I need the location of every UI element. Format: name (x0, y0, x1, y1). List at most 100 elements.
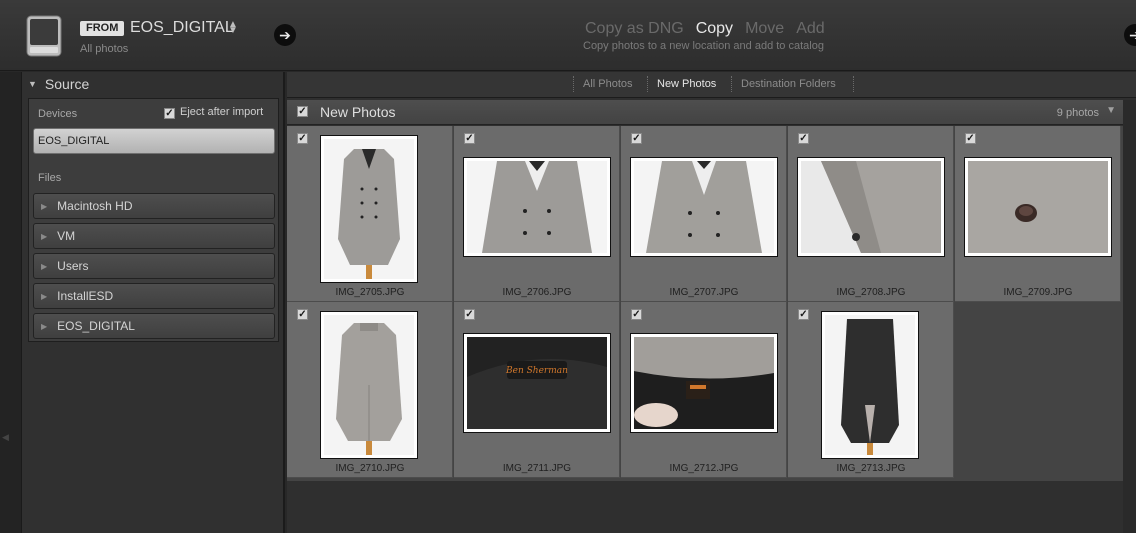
file-item-macintosh-hd[interactable]: ▶ Macintosh HD (33, 193, 275, 219)
photo-filename: IMG_2711.JPG (502, 463, 572, 474)
check-all-checkbox[interactable]: ✓ (297, 106, 308, 117)
arrow-right-icon[interactable]: ➔ (274, 24, 296, 46)
coat-photo-image (467, 161, 607, 253)
devices-label: Devices (38, 108, 78, 120)
arrow-right-icon-destination[interactable]: ➔ (1124, 24, 1136, 46)
photo-checkbox[interactable]: ✓ (631, 133, 642, 144)
photo-thumbnail[interactable] (463, 157, 611, 257)
grid-header: ✓ New Photos 9 photos ▼ (287, 100, 1123, 125)
photo-grid: ✓ IMG_2705.JPG ✓ IMG_2706.JPG ✓ IMG_2707… (287, 126, 1123, 481)
svg-text:Ben Sherman: Ben Sherman (505, 366, 568, 376)
photo-filename: IMG_2713.JPG (836, 463, 906, 474)
filter-destination-folders[interactable]: Destination Folders (741, 78, 836, 90)
photo-filename: IMG_2707.JPG (669, 287, 739, 298)
main-area: All Photos New Photos Destination Folder… (287, 72, 1136, 533)
photo-checkbox[interactable]: ✓ (798, 133, 809, 144)
filter-separator (573, 76, 574, 92)
photo-checkbox[interactable]: ✓ (631, 309, 642, 320)
file-item-installesd[interactable]: ▶ InstallESD (33, 283, 275, 309)
mode-copy[interactable]: Copy (696, 20, 733, 37)
disclosure-triangle-icon: ▶ (41, 202, 48, 211)
filter-all-photos[interactable]: All Photos (583, 78, 633, 90)
mode-add[interactable]: Add (796, 20, 824, 37)
photo-thumbnail[interactable] (821, 311, 919, 459)
disclosure-triangle-icon: ▶ (41, 232, 48, 241)
file-item-label: InstallESD (57, 289, 114, 303)
photo-cell[interactable]: ✓ IMG_2708.JPG (788, 126, 954, 302)
photo-checkbox[interactable]: ✓ (297, 309, 308, 320)
photo-checkbox[interactable]: ✓ (464, 309, 475, 320)
source-panel-title: Source (44, 76, 90, 92)
photo-cell[interactable]: ✓ IMG_2706.JPG (454, 126, 620, 302)
photo-filename: IMG_2712.JPG (669, 463, 739, 474)
from-badge: FROM (80, 21, 125, 36)
photo-checkbox[interactable]: ✓ (297, 133, 308, 144)
filter-bar: All Photos New Photos Destination Folder… (287, 72, 1136, 98)
collapse-panel-icon[interactable]: ◀ (2, 432, 9, 443)
empty-grid-area (955, 302, 1123, 481)
grid-title: New Photos (320, 104, 396, 120)
disclosure-triangle-icon: ▶ (41, 322, 48, 331)
photo-thumbnail[interactable]: Ben Sherman (463, 333, 611, 433)
grid-scrollbar[interactable] (1123, 100, 1136, 533)
hard-drive-icon[interactable] (26, 15, 62, 57)
eject-after-import-checkbox[interactable]: ✓ Eject after import (164, 106, 263, 119)
left-edge-strip: ◀ (0, 72, 22, 533)
file-item-label: Macintosh HD (57, 199, 133, 213)
photo-checkbox[interactable]: ✓ (798, 309, 809, 320)
filter-new-photos[interactable]: New Photos (657, 78, 716, 90)
import-header: FROM EOS_DIGITAL ▲ ▼ All photos ➔ Copy as… (0, 0, 1136, 71)
file-item-label: EOS_DIGITAL (57, 319, 135, 333)
mode-move[interactable]: Move (745, 20, 784, 37)
import-mode-selector: Copy as DNG Copy Move Add (585, 20, 845, 38)
checkbox-checked-icon[interactable]: ✓ (164, 108, 175, 119)
source-selector[interactable]: EOS_DIGITAL (130, 19, 234, 37)
disclosure-triangle-icon: ▶ (41, 262, 48, 271)
photo-thumbnail[interactable] (630, 157, 778, 257)
mode-copy-as-dng[interactable]: Copy as DNG (585, 20, 684, 37)
photo-cell[interactable]: ✓ IMG_2710.JPG (287, 302, 453, 478)
collar-photo-image (634, 337, 774, 429)
photo-cell[interactable]: ✓ IMG_2713.JPG (788, 302, 954, 478)
photo-checkbox[interactable]: ✓ (965, 133, 976, 144)
filter-separator (647, 76, 648, 92)
disclosure-triangle-icon: ▼ (28, 79, 37, 89)
coat-photo-image (324, 315, 414, 455)
disclosure-triangle-icon: ▶ (41, 292, 48, 301)
photo-filename: IMG_2710.JPG (335, 463, 405, 474)
source-panel: ▼ Source Devices ✓ Eject after import EOS_… (22, 72, 285, 533)
photo-thumbnail[interactable] (797, 157, 945, 257)
import-window: FROM EOS_DIGITAL ▲ ▼ All photos ➔ Copy as… (0, 0, 1136, 533)
photo-filename: IMG_2706.JPG (502, 287, 572, 298)
files-label: Files (38, 172, 62, 184)
file-item-label: VM (57, 229, 76, 243)
photo-checkbox[interactable]: ✓ (464, 133, 475, 144)
source-box: Devices ✓ Eject after import EOS_DIGITAL … (28, 98, 279, 342)
photo-thumbnail[interactable] (320, 311, 418, 459)
sort-menu-icon[interactable]: ▼ (1106, 105, 1116, 116)
photo-cell[interactable]: ✓ Ben Sherman IMG_2711.JPG (454, 302, 620, 478)
photo-filename: IMG_2708.JPG (836, 287, 906, 298)
file-item-vm[interactable]: ▶ VM (33, 223, 275, 249)
photo-cell[interactable]: ✓ IMG_2705.JPG (287, 126, 453, 302)
filter-separator (853, 76, 854, 92)
coat-photo-image (634, 161, 774, 253)
photo-cell[interactable]: ✓ IMG_2712.JPG (621, 302, 787, 478)
device-item-eos-digital[interactable]: EOS_DIGITAL (33, 128, 275, 154)
photo-count: 9 photos (1056, 107, 1099, 119)
photo-cell[interactable]: ✓ IMG_2709.JPG (955, 126, 1121, 302)
photo-filename: IMG_2705.JPG (335, 287, 405, 298)
file-item-eos-digital[interactable]: ▶ EOS_DIGITAL (33, 313, 275, 339)
photo-filename: IMG_2709.JPG (1003, 287, 1073, 298)
photo-cell[interactable]: ✓ IMG_2707.JPG (621, 126, 787, 302)
eject-label: Eject after import (180, 106, 264, 118)
photo-thumbnail[interactable] (964, 157, 1112, 257)
filter-separator (731, 76, 732, 92)
photo-thumbnail[interactable] (320, 135, 418, 283)
source-panel-header[interactable]: ▼ Source (28, 76, 89, 96)
up-down-arrow-icon[interactable]: ▲ ▼ (228, 20, 238, 36)
coat-photo-image (324, 139, 414, 279)
coat-inside-photo-image (825, 315, 915, 455)
file-item-users[interactable]: ▶ Users (33, 253, 275, 279)
photo-thumbnail[interactable] (630, 333, 778, 433)
